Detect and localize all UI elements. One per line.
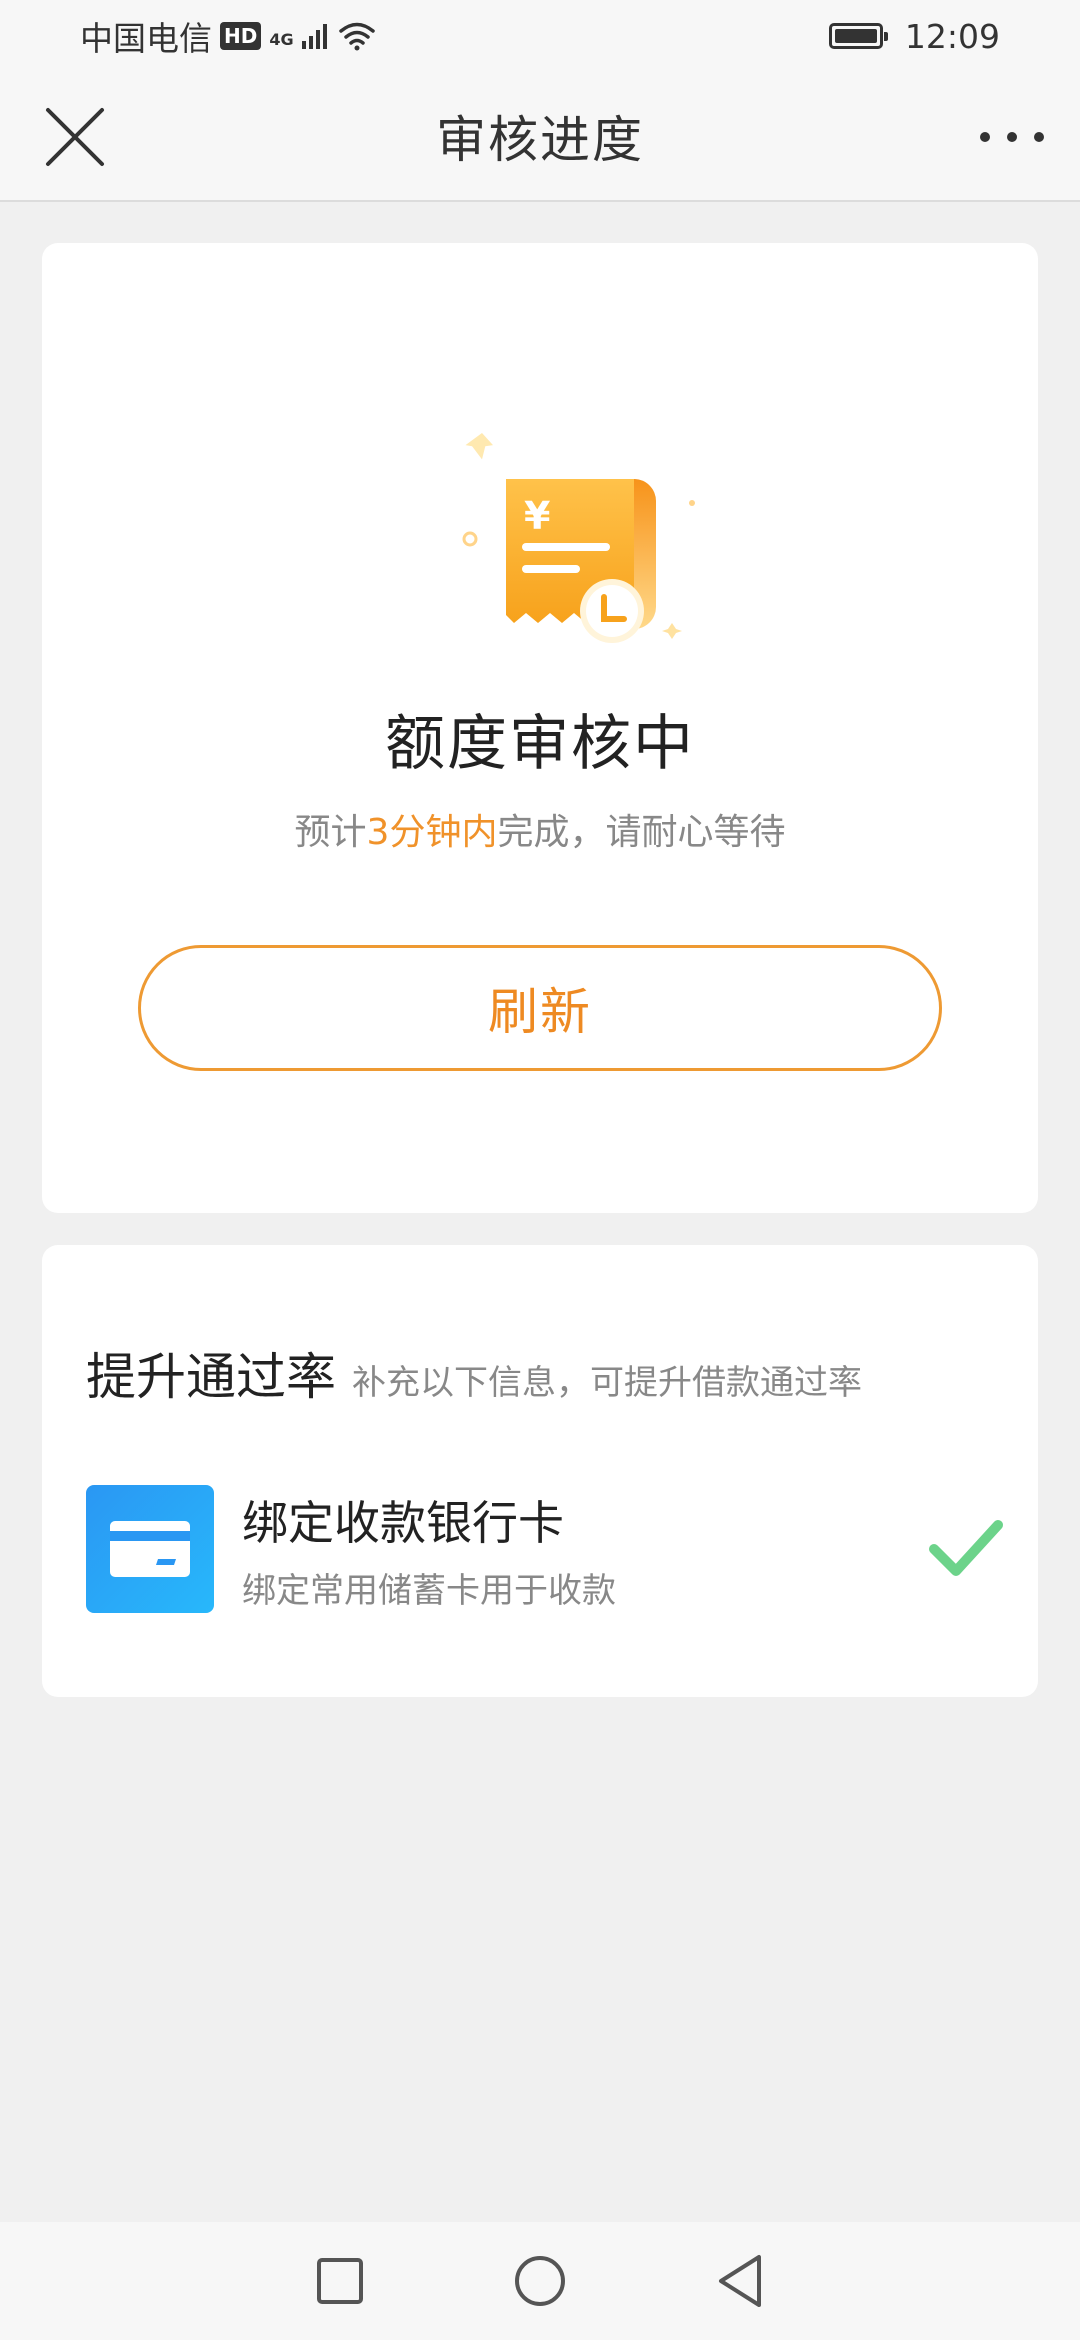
recents-button[interactable] [305,2246,375,2316]
signal-icon [301,24,327,49]
check-icon [929,1520,1003,1576]
improve-title: 提升通过率 [86,1348,336,1406]
more-button[interactable] [972,110,1052,164]
close-icon [46,108,104,166]
back-triangle-icon [719,2255,761,2307]
status-bar: 中国电信 HD 4G 12:09 [0,0,1080,72]
bank-item-description: 绑定常用储蓄卡用于收款 [242,1571,616,1611]
refresh-button[interactable]: 刷新 [138,945,942,1071]
subtitle-suffix: 完成，请耐心等待 [497,812,786,853]
system-nav-bar [0,2222,1080,2340]
status-subtitle: 预计3分钟内完成，请耐心等待 [42,803,1038,855]
bank-card-icon [86,1485,214,1613]
improve-rate-card: 提升通过率 补充以下信息，可提升借款通过率 绑定收款银行卡 绑定常用储蓄卡用于收… [42,1245,1038,1697]
carrier-label: 中国电信 [80,19,212,58]
hd-badge: HD [220,22,262,50]
wifi-icon [338,22,375,51]
back-button[interactable] [705,2246,775,2316]
subtitle-prefix: 预计 [294,812,367,853]
svg-text:¥: ¥ [524,494,550,538]
bank-item-title: 绑定收款银行卡 [242,1496,564,1550]
receipt-clock-icon: ¥ [462,433,695,643]
status-title: 额度审核中 [385,709,695,779]
more-dot-icon [980,132,990,142]
network-type: 4G [269,30,294,49]
page-title: 审核进度 [436,111,644,169]
close-button[interactable] [40,102,110,172]
more-dot-icon [1034,132,1044,142]
home-button[interactable] [505,2246,575,2316]
subtitle-highlight: 3分钟内 [366,812,498,853]
circle-icon [515,2256,565,2306]
status-right: 12:09 [828,16,1000,56]
status-left: 中国电信 HD 4G [80,12,376,60]
improve-description: 补充以下信息，可提升借款通过率 [352,1363,862,1403]
improve-header: 提升通过率 补充以下信息，可提升借款通过率 [86,1337,862,1409]
bind-bank-card-item[interactable]: 绑定收款银行卡 绑定常用储蓄卡用于收款 [86,1485,1006,1615]
square-icon [317,2258,363,2304]
review-status-card: ¥ 额度审核中 预计3分钟内完成，请耐心等待 刷新 [42,243,1038,1213]
nav-bar: 审核进度 [0,72,1080,202]
more-dot-icon [1007,132,1017,142]
clock: 12:09 [904,16,1000,56]
battery-icon [828,23,888,49]
